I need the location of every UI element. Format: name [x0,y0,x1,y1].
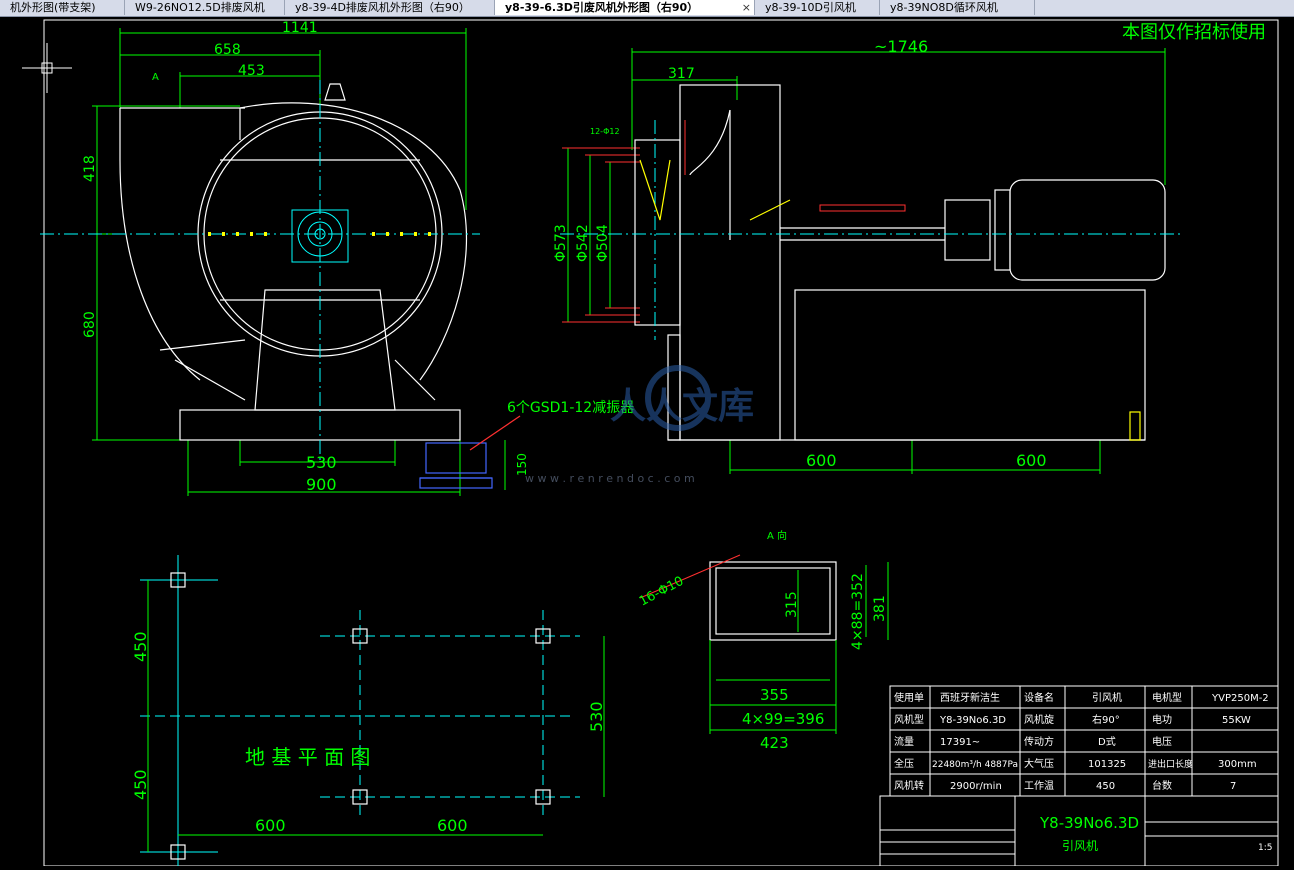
tb-r3-c4: 进出口长度 [1148,758,1193,770]
tb-r2-c3: D式 [1098,735,1116,748]
tb-r0-c0: 使用单 [894,691,924,704]
tab-3-active[interactable]: y8-39-6.3D引废风机外形图（右90） × [495,0,755,15]
dim-600-a: 600 [806,451,837,470]
foundation-title: 地 基 平 面 图 [245,745,370,769]
foundation-plan: 450 450 530 600 600 地 基 平 面 图 [131,555,606,866]
tb-r0-c1: 西班牙新洁生 [940,691,1000,704]
drawing-frame [43,19,1279,867]
tab-5[interactable]: y8-39NO8D循环风机 [880,0,1035,15]
side-view: ~1746 317 Φ573 Φ542 Φ504 12-Φ12 600 600 [525,37,1180,485]
watermark-url: w w w . r e n r e n d o c . c o m [525,472,695,485]
tb-r0-c4: 电机型 [1152,691,1182,704]
tb-r4-c3: 450 [1096,781,1115,792]
tb-r0-c5: YVP250M-2 [1211,693,1269,704]
dim-d573: Φ573 [553,224,569,262]
dim-423: 423 [760,734,789,752]
tb-r1-c4: 电功 [1152,713,1172,726]
tb-r1-c0: 风机型 [894,713,924,726]
dim-d542: Φ542 [575,224,591,262]
tab-label: y8-39NO8D循环风机 [890,1,998,14]
tab-4[interactable]: y8-39-10D引风机 [755,0,880,15]
drawing-canvas[interactable]: 本图仅作招标使用 1141 658 453 A 418 680 530 900 … [0,17,1294,867]
tab-label: W9-26NO12.5D排废风机 [135,1,265,14]
holes-16: 16-Φ10 [637,574,686,610]
watermark: 人人文库 w w w . r e n r e n d o c . c o m [525,365,754,485]
tab-1[interactable]: W9-26NO12.5D排废风机 [125,0,285,15]
dim-381: 381 [872,595,888,622]
dim-355: 355 [760,686,789,704]
tender-note: 本图仅作招标使用 [1122,22,1266,43]
dim-317: 317 [668,66,695,82]
tb-r4-c0: 风机转 [894,779,924,792]
dim-d504: Φ504 [595,224,611,262]
tb-r2-c2: 传动方 [1024,735,1054,748]
tab-0[interactable]: 机外形图(带支架) [0,0,125,15]
document-tab-bar: 机外形图(带支架) W9-26NO12.5D排废风机 y8-39-4D排废风机外… [0,0,1294,17]
drawing-name: Y8-39No6.3D [1039,814,1139,832]
tb-r4-c1: 2900r/min [950,781,1002,792]
dim-4x88: 4×88=352 [850,573,866,650]
tb-r0-c3: 引风机 [1092,691,1122,704]
title-block: 使用单 西班牙新洁生 设备名 引风机 电机型 YVP250M-2 风机型 Y8-… [879,685,1279,867]
tb-r4-c5: 7 [1230,781,1236,792]
holes-12: 12-Φ12 [590,127,620,136]
dim-600-b: 600 [1016,451,1047,470]
tab-label: y8-39-10D引风机 [765,1,856,14]
tb-r1-c1: Y8-39No6.3D [939,715,1006,726]
dim-900: 900 [306,475,337,494]
a-view-title: A 向 [767,529,787,542]
tb-r1-c2: 风机旋 [1024,713,1054,726]
dim-450-a: 450 [131,631,150,662]
dim-453: 453 [238,63,265,79]
tab-label: y8-39-4D排废风机外形图（右90） [295,1,470,14]
watermark-text: 人人文库 [610,386,754,427]
dim-315: 315 [784,591,800,618]
dim-1141: 1141 [282,20,318,36]
tb-r2-c1: 17391~ [940,737,980,748]
tb-r2-c0: 流量 [894,735,914,748]
tab-label: y8-39-6.3D引废风机外形图（右90） [505,1,699,14]
dim-530-f: 530 [587,701,606,732]
vibration-damper [419,442,493,489]
dim-4x99: 4×99=396 [742,710,824,728]
crosshair-cursor-icon [22,43,72,93]
dim-658: 658 [214,42,241,58]
tab-label: 机外形图(带支架) [10,1,96,14]
dim-418: 418 [82,155,98,182]
drawing-scale: 1:5 [1258,843,1272,853]
a-view: A 向 16-Φ10 355 4×99=396 423 315 4×88=352… [637,529,889,752]
tb-r0-c2: 设备名 [1024,691,1054,704]
dim-680: 680 [82,311,98,338]
front-view: 1141 658 453 A 418 680 530 900 150 6个GSD… [40,20,634,496]
tb-r4-c4: 台数 [1152,779,1172,792]
tb-r3-c1: 22480m³/h 4887Pa [932,760,1018,770]
dim-530: 530 [306,453,337,472]
tb-r3-c3: 101325 [1088,759,1126,770]
dim-450-b: 450 [131,769,150,800]
label-a: A [152,72,159,83]
cad-drawing: 本图仅作招标使用 1141 658 453 A 418 680 530 900 … [22,19,1279,867]
dim-600-f-b: 600 [437,816,468,835]
drawing-sub: 引风机 [1062,839,1098,853]
close-tab-icon[interactable]: × [742,0,751,15]
tb-r2-c4: 电压 [1152,735,1172,748]
tb-r3-c5: 300mm [1218,759,1257,770]
dim-1746: ~1746 [874,37,928,56]
tb-r1-c5: 55KW [1222,715,1251,726]
tb-r4-c2: 工作温 [1024,780,1054,792]
tab-2[interactable]: y8-39-4D排废风机外形图（右90） [285,0,495,15]
tb-r3-c2: 大气压 [1024,757,1054,770]
tb-r1-c3: 右90° [1092,713,1120,726]
dim-600-f-a: 600 [255,816,286,835]
tb-r3-c0: 全压 [894,757,914,770]
